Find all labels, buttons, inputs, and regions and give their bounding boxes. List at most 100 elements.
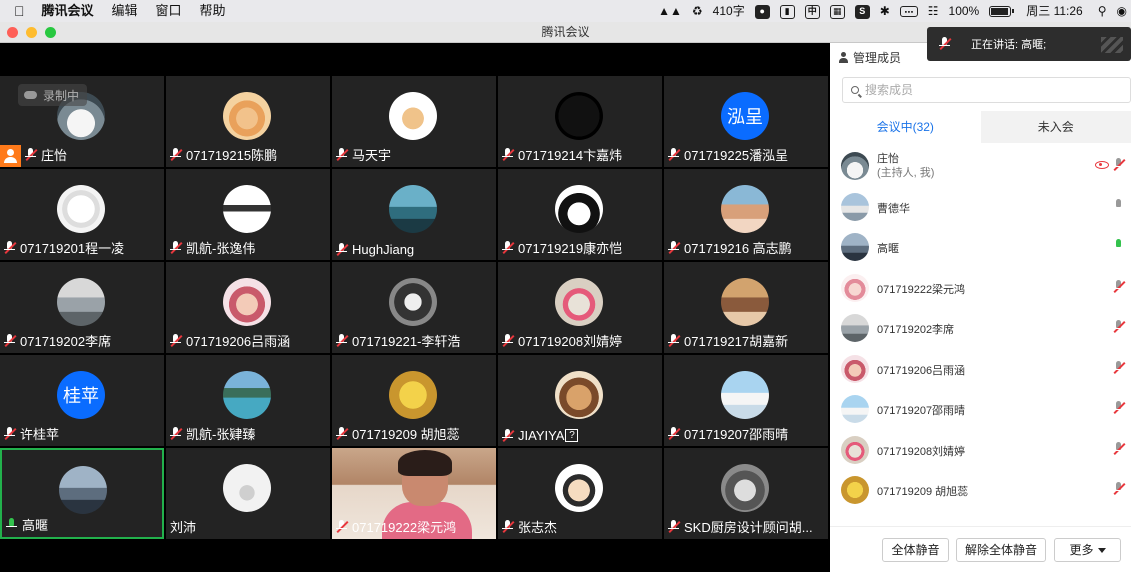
s-app-icon[interactable]: S: [850, 0, 875, 22]
panel-footer: 全体静音 解除全体静音 更多: [830, 526, 1131, 572]
member-name-label: 曹德华: [877, 202, 910, 215]
participant-name-label: 071719215陈鹏: [186, 148, 278, 163]
muted-mic-icon[interactable]: [1113, 441, 1126, 456]
more-button[interactable]: 更多: [1054, 538, 1121, 562]
video-tile[interactable]: 071719217胡嘉新: [664, 262, 828, 353]
bluetooth-icon[interactable]: ✱: [875, 0, 895, 22]
video-tile[interactable]: 071719208刘婧婷: [498, 262, 662, 353]
participant-name: 高暱: [6, 515, 48, 534]
video-tile[interactable]: 张志杰: [498, 448, 662, 539]
video-tile[interactable]: 高暱: [0, 448, 164, 539]
menu-window[interactable]: 窗口: [147, 0, 191, 22]
member-role: (主持人, 我): [877, 167, 935, 179]
tab-not-joined[interactable]: 未入会: [980, 111, 1131, 143]
muted-mic-icon: [502, 428, 515, 443]
muted-mic-icon: [25, 147, 38, 162]
member-row[interactable]: 071719209 胡旭蕊: [830, 469, 1131, 509]
avatar: [59, 466, 107, 514]
mute-all-button[interactable]: 全体静音: [882, 538, 949, 562]
clock[interactable]: 周三 11:26: [1016, 0, 1092, 22]
muted-mic-icon: [336, 333, 349, 348]
video-tile[interactable]: 泓呈 071719225潘泓呈: [664, 76, 828, 167]
video-tile[interactable]: SKD厨房设计顾问胡...: [664, 448, 828, 539]
video-tile[interactable]: 071719221-李轩浩: [332, 262, 496, 353]
member-search[interactable]: [842, 77, 1131, 103]
grid-icon[interactable]: ▦: [825, 0, 850, 22]
wifi-icon[interactable]: ☷: [923, 0, 944, 22]
video-tile[interactable]: 071719216 高志鹏: [664, 169, 828, 260]
unmute-all-button[interactable]: 解除全体静音: [956, 538, 1046, 562]
muted-mic-icon[interactable]: [1113, 320, 1126, 334]
battery-icon[interactable]: [984, 0, 1016, 22]
member-row[interactable]: 071719222梁元鸿: [830, 267, 1131, 307]
video-tile[interactable]: 071719207邵雨晴: [664, 355, 828, 446]
participant-name: 071719225潘泓呈: [668, 145, 788, 164]
video-tile[interactable]: 071719222梁元鸿: [332, 448, 496, 539]
mic-icon[interactable]: [1113, 198, 1125, 213]
video-tile[interactable]: 071719209 胡旭蕊: [332, 355, 496, 446]
panel-title: 管理成员: [853, 51, 902, 65]
keyboard-icon[interactable]: ⋯: [895, 0, 923, 22]
video-tile[interactable]: 071719201程一凌: [0, 169, 164, 260]
member-row[interactable]: 071719202李席: [830, 307, 1131, 347]
video-tile[interactable]: 桂苹 许桂苹: [0, 355, 164, 446]
video-tile[interactable]: 071719219康亦恺: [498, 169, 662, 260]
member-row[interactable]: 071719208刘婧婷: [830, 429, 1131, 469]
mic-on-icon[interactable]: [1113, 239, 1125, 253]
video-tile[interactable]: 071719215陈鹏: [166, 76, 330, 167]
battery-percent[interactable]: 100%: [944, 0, 985, 22]
menu-help[interactable]: 帮助: [191, 0, 235, 22]
member-name: 庄怡 (主持人, 我): [877, 152, 934, 180]
participant-name: SKD厨房设计顾问胡...: [668, 517, 813, 536]
member-row[interactable]: 071719206吕雨涵: [830, 348, 1131, 388]
video-tile[interactable]: HughJiang: [332, 169, 496, 260]
camera-off-icon[interactable]: [1095, 161, 1109, 169]
muted-mic-icon[interactable]: [1113, 158, 1126, 172]
ime-indicator[interactable]: 中: [800, 0, 825, 22]
creative-cloud-icon[interactable]: ▲▲: [653, 0, 687, 22]
member-row[interactable]: 071719207邵雨晴: [830, 388, 1131, 428]
muted-mic-icon[interactable]: [1113, 360, 1126, 375]
menu-edit[interactable]: 编辑: [103, 0, 147, 22]
member-row[interactable]: 曹德华: [830, 186, 1131, 226]
avatar: [389, 185, 437, 233]
member-row[interactable]: 庄怡 (主持人, 我): [830, 145, 1131, 185]
video-tile[interactable]: 071719206吕雨涵: [166, 262, 330, 353]
participant-name-label: SKD厨房设计顾问胡...: [684, 520, 813, 535]
participant-name-label: 071719225潘泓呈: [684, 148, 789, 163]
video-tile[interactable]: 凯航-张肄臻: [166, 355, 330, 446]
member-avatar: [841, 314, 869, 342]
video-tile[interactable]: 071719202李席: [0, 262, 164, 353]
avatar: [389, 371, 437, 419]
muted-mic-icon: [4, 333, 17, 348]
apple-icon[interactable]: : [0, 0, 33, 22]
muted-mic-icon: [668, 426, 681, 441]
video-tile[interactable]: 马天宇: [332, 76, 496, 167]
tab-in-meeting[interactable]: 会议中(32): [830, 111, 981, 143]
search-input[interactable]: [865, 83, 1105, 97]
member-row[interactable]: 高暱: [830, 226, 1131, 266]
participant-name: 张志杰: [502, 517, 557, 536]
muted-mic-icon[interactable]: [1113, 401, 1126, 415]
muted-mic-icon: [336, 519, 349, 534]
participant-name: 071719215陈鹏: [170, 145, 277, 164]
video-tile[interactable]: JIAYIYA?: [498, 355, 662, 446]
record-icon[interactable]: ●: [750, 0, 775, 22]
video-tile[interactable]: 凯航-张逸伟: [166, 169, 330, 260]
mic-status-icon[interactable]: ▮: [775, 0, 800, 22]
participant-name: 071719214卞嘉炜: [502, 145, 622, 164]
member-name: 071719222梁元鸿: [877, 281, 965, 297]
participant-name-label: 张志杰: [518, 520, 558, 535]
siri-icon[interactable]: ◉: [1112, 0, 1131, 22]
video-tile[interactable]: 刘沛: [166, 448, 330, 539]
participant-name: 刘沛: [170, 517, 196, 536]
video-grid: 录制中 庄怡 071719215陈鹏 马天宇 071719214卞嘉炜 泓呈 071719…: [0, 43, 830, 572]
muted-mic-icon[interactable]: [1113, 279, 1126, 294]
menu-app[interactable]: 腾讯会议: [33, 0, 103, 22]
muted-mic-icon[interactable]: [1113, 482, 1126, 496]
video-tile[interactable]: 071719214卞嘉炜: [498, 76, 662, 167]
muted-mic-icon: [4, 240, 17, 255]
word-count[interactable]: 410字: [708, 0, 750, 22]
spotlight-search-icon[interactable]: ⚲: [1093, 0, 1112, 22]
sync-icon[interactable]: ♻: [687, 0, 708, 22]
